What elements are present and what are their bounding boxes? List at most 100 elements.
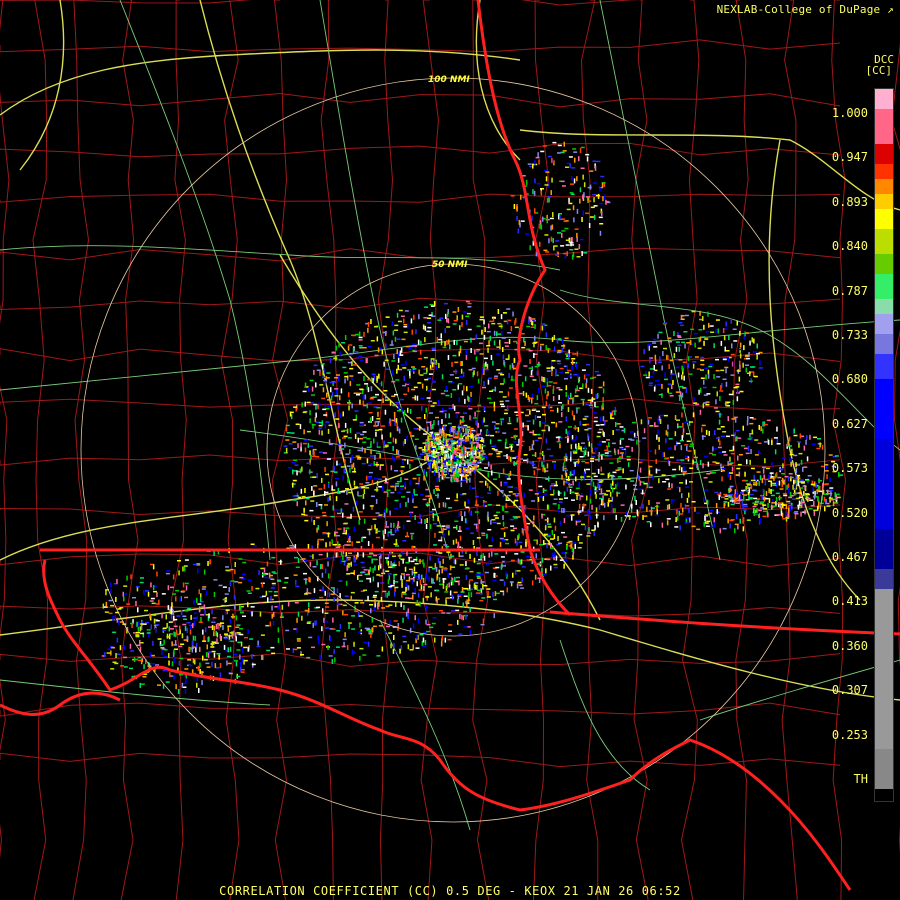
echo-gate — [431, 458, 436, 460]
echo-gate — [713, 407, 718, 409]
echo-gate — [480, 623, 485, 626]
echo-gate — [271, 613, 273, 619]
echo-gate — [731, 466, 734, 472]
echo-gate — [316, 606, 321, 609]
echo-gate — [107, 648, 112, 650]
echo-gate — [130, 574, 132, 580]
echo-gate — [152, 614, 157, 616]
echo-gate — [809, 434, 811, 440]
echo-gate — [758, 367, 763, 369]
echo-gate — [434, 438, 439, 440]
echo-gate — [562, 404, 564, 410]
echo-gate — [757, 442, 762, 444]
echo-gate — [377, 399, 382, 401]
echo-gate — [719, 528, 721, 534]
echo-gate — [422, 597, 425, 603]
echo-gate — [324, 602, 329, 604]
echo-gate — [374, 455, 376, 460]
echo-gate — [502, 347, 504, 352]
echo-gate — [584, 415, 589, 418]
echo-gate — [615, 422, 617, 427]
echo-gate — [110, 582, 112, 588]
echo-gate — [556, 351, 561, 354]
echo-gate — [161, 593, 166, 595]
echo-gate — [591, 447, 593, 453]
echo-gate — [581, 460, 586, 463]
echo-gate — [170, 628, 174, 630]
echo-gate — [567, 431, 569, 437]
echo-gate — [420, 584, 423, 590]
echo-gate — [531, 398, 533, 404]
echo-gate — [325, 627, 329, 629]
echo-gate — [594, 447, 599, 449]
echo-gate — [654, 354, 657, 360]
echo-gate — [347, 345, 350, 351]
echo-gate — [736, 388, 739, 394]
echo-gate — [516, 540, 518, 546]
echo-gate — [455, 609, 460, 612]
echo-gate — [459, 466, 464, 469]
echo-gate — [633, 484, 637, 486]
echo-gate — [518, 584, 523, 586]
echo-gate — [339, 439, 341, 445]
echo-gate — [416, 581, 418, 587]
echo-gate — [774, 473, 777, 479]
echo-gate — [593, 416, 598, 419]
echo-gate — [193, 620, 196, 626]
echo-gate — [395, 438, 397, 444]
echo-gate — [463, 433, 468, 435]
echo-gate — [675, 366, 680, 369]
echo-gate — [393, 456, 395, 462]
echo-gate — [470, 338, 475, 340]
echo-gate — [326, 521, 328, 527]
echo-gate — [720, 463, 722, 469]
echo-gate — [235, 661, 238, 667]
echo-gate — [563, 518, 566, 524]
echo-gate — [324, 612, 329, 614]
echo-gate — [536, 539, 538, 545]
echo-gate — [444, 413, 447, 419]
echo-gate — [426, 367, 428, 373]
echo-gate — [656, 434, 658, 440]
echo-gate — [638, 506, 643, 509]
echo-gate — [816, 489, 821, 492]
echo-gate — [737, 499, 742, 501]
echo-gate — [352, 462, 355, 468]
echo-gate — [415, 482, 420, 485]
echo-gate — [504, 345, 509, 347]
echo-gate — [492, 592, 494, 598]
echo-gate — [381, 646, 384, 652]
echo-gate — [640, 481, 645, 483]
echo-gate — [439, 317, 444, 319]
echo-gate — [342, 604, 347, 607]
echo-gate — [424, 378, 429, 381]
echo-gate — [224, 633, 228, 635]
echo-gate — [404, 566, 407, 572]
echo-gate — [504, 442, 507, 448]
echo-gate — [770, 489, 772, 494]
echo-gate — [835, 495, 837, 500]
echo-gate — [431, 433, 434, 439]
echo-gate — [390, 485, 395, 488]
echo-gate — [687, 363, 690, 369]
echo-gate — [470, 416, 473, 421]
echo-gate — [406, 550, 408, 556]
echo-gate — [432, 578, 434, 584]
echo-gate — [604, 449, 609, 451]
echo-gate — [829, 477, 831, 483]
echo-gate — [773, 476, 775, 481]
echo-gate — [650, 506, 653, 512]
echo-gate — [425, 524, 428, 529]
echo-gate — [379, 465, 381, 471]
echo-gate — [634, 495, 636, 501]
echo-gate — [388, 566, 393, 568]
echo-gate — [652, 342, 657, 344]
echo-gate — [324, 621, 329, 623]
echo-gate — [686, 497, 689, 503]
echo-gate — [494, 386, 497, 392]
echo-gate — [703, 324, 705, 330]
echo-gate — [362, 654, 367, 656]
echo-gate — [394, 470, 399, 472]
echo-gate — [166, 570, 171, 572]
echo-gate — [703, 497, 705, 503]
